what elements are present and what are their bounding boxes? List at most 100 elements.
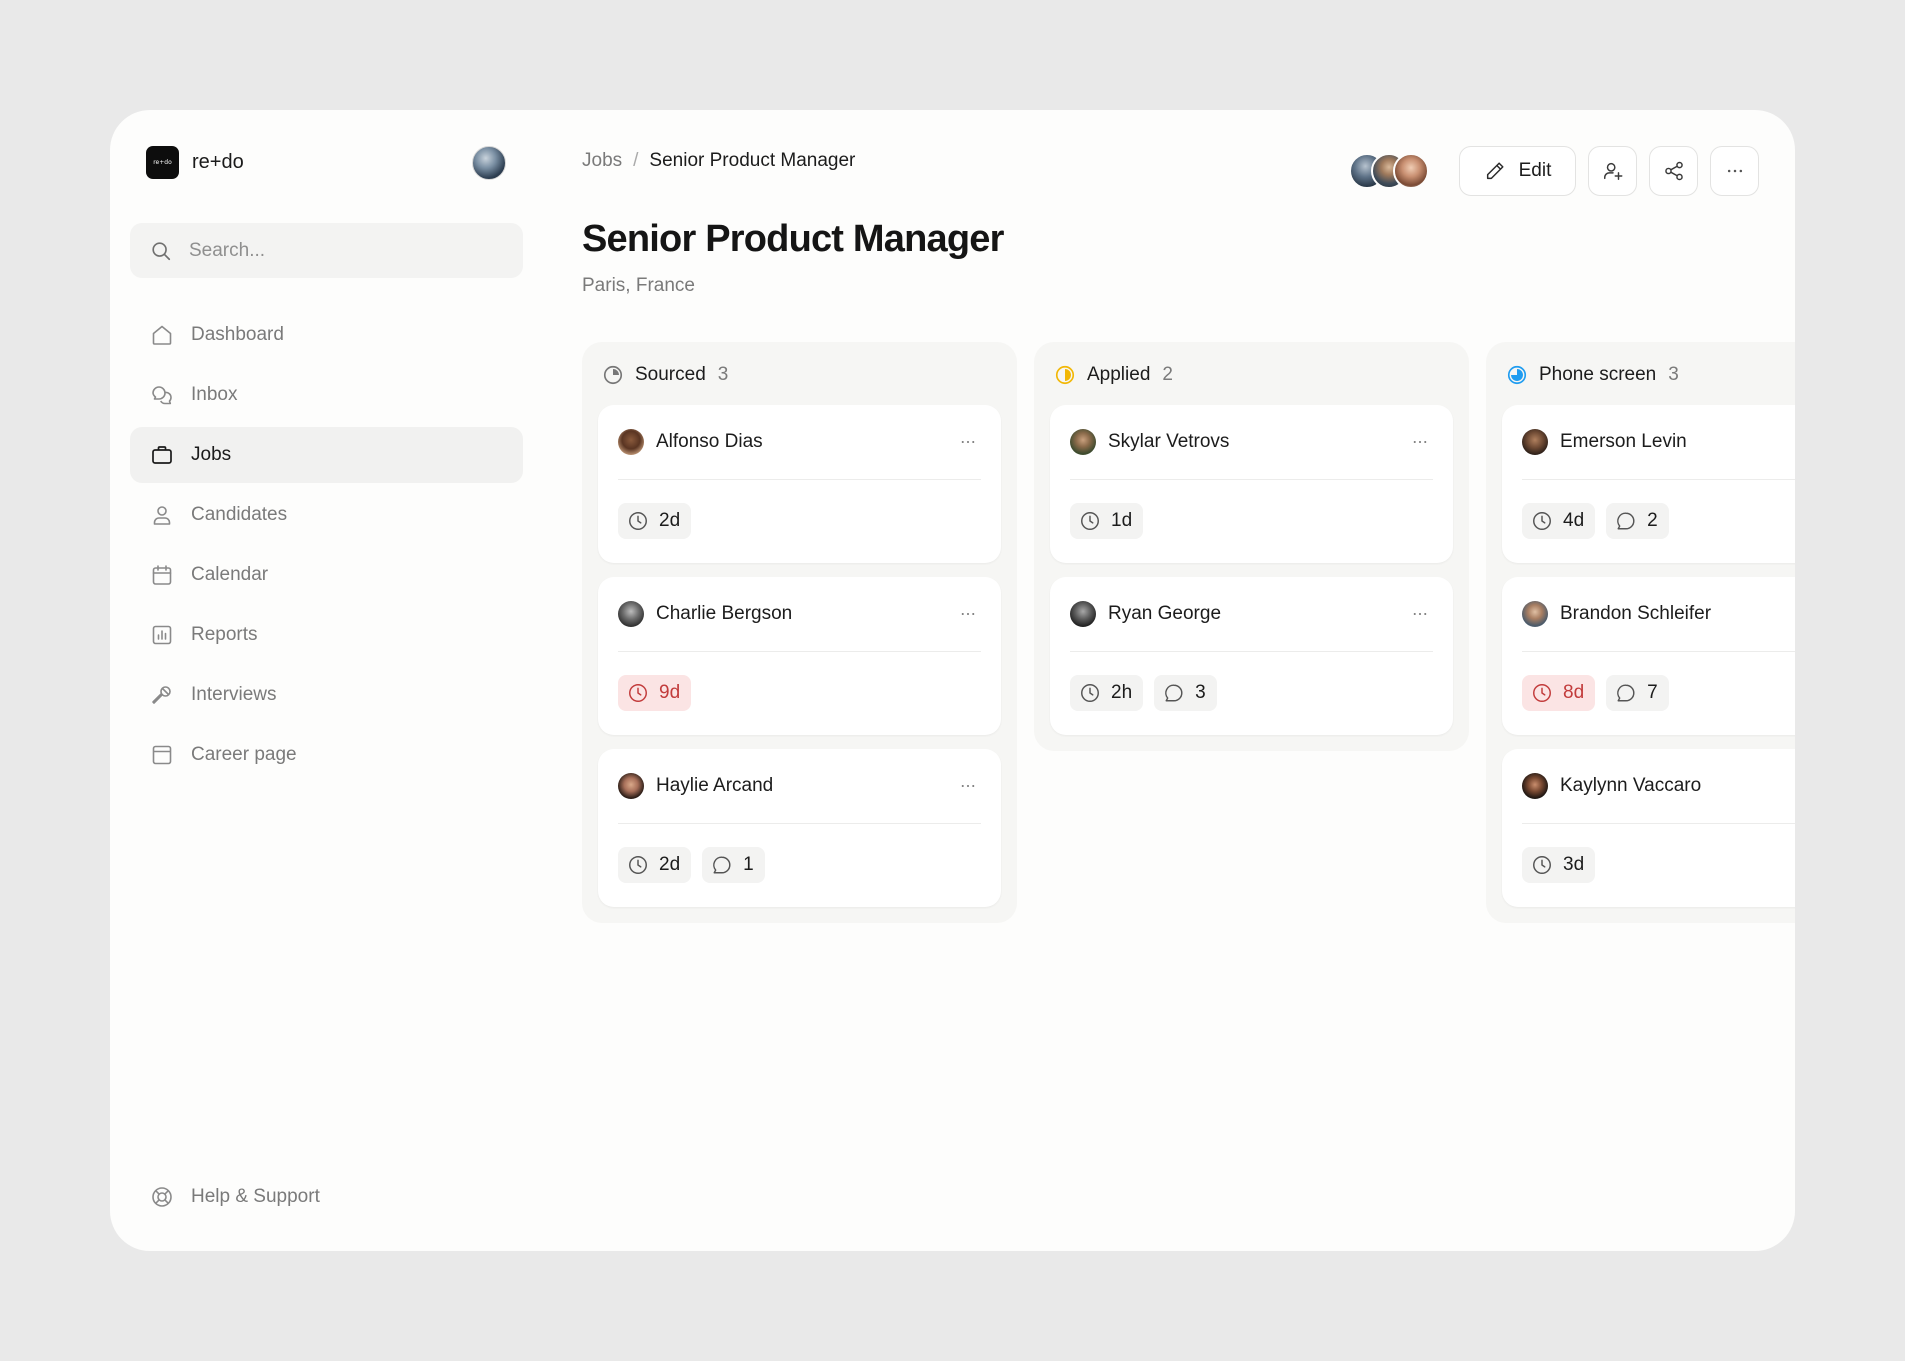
brand[interactable]: re+do re+do	[146, 146, 244, 179]
more-options-button[interactable]	[1710, 146, 1759, 196]
candidate-card[interactable]: Alfonso Dias 2d	[598, 405, 1001, 563]
sidebar-item-candidates[interactable]: Candidates	[130, 487, 523, 543]
candidate-name: Brandon Schleifer	[1560, 603, 1712, 624]
add-user-button[interactable]	[1588, 146, 1637, 196]
candidate-card[interactable]: Brandon Schleifer 8d 7	[1502, 577, 1795, 735]
time-in-stage: 8d	[1563, 682, 1585, 703]
comments-chip: 2	[1606, 503, 1669, 539]
app-window: re+do re+do Search... Dashboard Inbox Jo…	[110, 110, 1795, 1251]
pipeline-column-phone-screen: Phone screen 3 Emerson Levin 4d 2 Brando…	[1486, 342, 1795, 923]
clock-icon	[629, 512, 647, 530]
clock-icon	[1081, 684, 1099, 702]
avatar	[618, 601, 644, 627]
clock-icon	[1533, 512, 1551, 530]
search-placeholder: Search...	[189, 239, 266, 261]
sidebar-item-label: Career page	[191, 744, 297, 765]
card-more-button[interactable]	[955, 432, 981, 452]
avatar	[1522, 429, 1548, 455]
card-more-button[interactable]	[955, 776, 981, 796]
more-horizontal-icon	[1727, 169, 1742, 173]
calendar-icon	[152, 565, 172, 585]
avatar	[1070, 601, 1096, 627]
share-button[interactable]	[1649, 146, 1698, 196]
sidebar-item-jobs[interactable]: Jobs	[130, 427, 523, 483]
candidate-card[interactable]: Skylar Vetrovs 1d	[1050, 405, 1453, 563]
comment-icon	[1617, 684, 1635, 702]
pipeline-column-applied: Applied 2 Skylar Vetrovs 1d Ryan George …	[1034, 342, 1469, 751]
brand-logo: re+do	[146, 146, 179, 179]
candidate-card[interactable]: Kaylynn Vaccaro 3d	[1502, 749, 1795, 907]
avatar[interactable]	[472, 146, 506, 180]
more-horizontal-icon	[961, 784, 975, 788]
sidebar-nav: Dashboard Inbox Jobs Candidates Calendar…	[130, 307, 523, 787]
candidate-name: Ryan George	[1108, 603, 1222, 624]
sidebar-item-label: Interviews	[191, 684, 277, 705]
lifebuoy-icon	[152, 1187, 172, 1207]
sidebar-item-label: Reports	[191, 624, 258, 645]
time-in-stage: 2d	[659, 510, 681, 531]
clock-icon	[629, 856, 647, 874]
time-in-stage-chip: 2d	[618, 847, 692, 883]
column-header: Phone screen 3	[1502, 360, 1795, 390]
clock-icon	[1533, 684, 1551, 702]
comment-icon	[713, 856, 731, 874]
time-in-stage-chip: 3d	[1522, 847, 1596, 883]
progress-quarter-gray-icon	[603, 365, 623, 385]
help-support-link[interactable]: Help & Support	[150, 1185, 320, 1209]
column-header: Sourced 3	[598, 360, 1001, 390]
more-horizontal-icon	[961, 440, 975, 444]
more-horizontal-icon	[1413, 440, 1427, 444]
column-title: Sourced	[635, 364, 706, 385]
candidate-name: Charlie Bergson	[656, 603, 793, 624]
candidate-card[interactable]: Haylie Arcand 2d 1	[598, 749, 1001, 907]
search-input[interactable]: Search...	[130, 223, 523, 278]
chat-bubbles-icon	[152, 386, 172, 405]
column-count: 2	[1162, 364, 1173, 385]
comments-chip: 3	[1154, 675, 1217, 711]
search-icon	[152, 241, 171, 260]
add-user-icon	[1603, 162, 1622, 180]
sidebar-item-calendar[interactable]: Calendar	[130, 547, 523, 603]
sidebar-item-inbox[interactable]: Inbox	[130, 367, 523, 423]
toolbar: Edit	[1349, 146, 1759, 196]
progress-three-quarter-blue-icon	[1507, 365, 1527, 385]
card-more-button[interactable]	[1407, 604, 1433, 624]
column-count: 3	[1668, 364, 1679, 385]
clock-icon	[629, 684, 647, 702]
sidebar-item-label: Candidates	[191, 504, 288, 525]
clock-icon	[1533, 856, 1551, 874]
time-in-stage: 4d	[1563, 510, 1585, 531]
breadcrumb-current: Senior Product Manager	[649, 150, 856, 171]
card-more-button[interactable]	[955, 604, 981, 624]
avatar	[1522, 773, 1548, 799]
breadcrumb-jobs-link[interactable]: Jobs	[582, 150, 622, 172]
candidate-card[interactable]: Ryan George 2h 3	[1050, 577, 1453, 735]
sidebar-item-interviews[interactable]: Interviews	[130, 667, 523, 723]
candidate-name: Emerson Levin	[1560, 431, 1687, 452]
comment-count: 3	[1195, 682, 1206, 703]
time-in-stage-chip-overdue: 9d	[618, 675, 692, 711]
more-horizontal-icon	[1413, 612, 1427, 616]
candidate-card[interactable]: Charlie Bergson 9d	[598, 577, 1001, 735]
help-support-label: Help & Support	[191, 1186, 320, 1207]
browser-window-icon	[152, 745, 172, 765]
candidate-name: Skylar Vetrovs	[1108, 431, 1230, 452]
candidate-name: Haylie Arcand	[656, 775, 774, 796]
more-horizontal-icon	[961, 612, 975, 616]
avatar	[1070, 429, 1096, 455]
card-more-button[interactable]	[1407, 432, 1433, 452]
sidebar-item-reports[interactable]: Reports	[130, 607, 523, 663]
comments-chip: 1	[702, 847, 765, 883]
edit-button[interactable]: Edit	[1459, 146, 1576, 196]
page-title: Senior Product Manager	[582, 218, 1004, 260]
column-title: Phone screen	[1539, 364, 1657, 385]
progress-half-yellow-icon	[1055, 365, 1075, 385]
time-in-stage: 9d	[659, 682, 681, 703]
candidate-name: Kaylynn Vaccaro	[1560, 775, 1702, 796]
team-avatars[interactable]	[1349, 153, 1429, 189]
sidebar-item-career-page[interactable]: Career page	[130, 727, 523, 783]
comment-count: 1	[743, 854, 754, 875]
sidebar-item-dashboard[interactable]: Dashboard	[130, 307, 523, 363]
avatar	[1522, 601, 1548, 627]
candidate-card[interactable]: Emerson Levin 4d 2	[1502, 405, 1795, 563]
